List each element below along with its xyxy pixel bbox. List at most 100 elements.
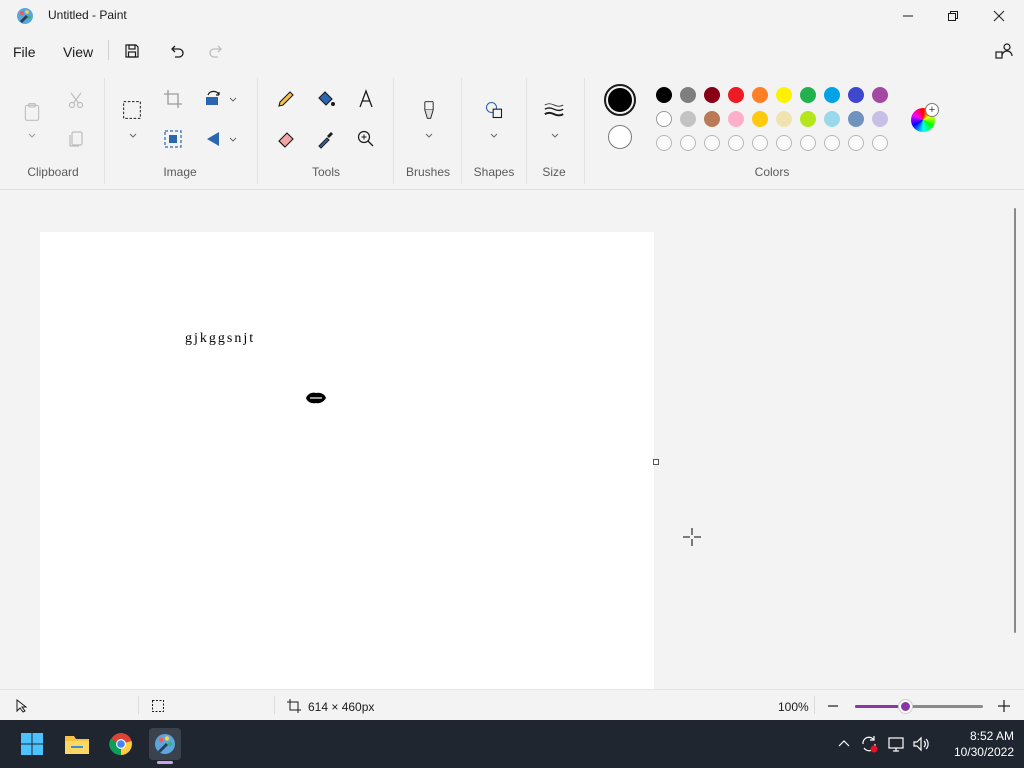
color-swatch[interactable]	[776, 87, 792, 103]
status-separator	[274, 696, 275, 714]
paste-dropdown[interactable]	[27, 131, 37, 141]
paint-taskbar-button[interactable]	[149, 728, 181, 760]
network-icon	[888, 737, 904, 752]
drawn-stroke	[306, 392, 326, 404]
show-hidden-icons-button[interactable]	[834, 734, 854, 754]
menu-file[interactable]: File	[13, 44, 36, 60]
rotate-dropdown[interactable]	[228, 95, 238, 105]
vertical-scrollbar[interactable]	[1014, 208, 1016, 633]
shapes-button[interactable]	[482, 98, 506, 122]
save-button[interactable]	[122, 41, 142, 61]
eraser-button[interactable]	[274, 127, 298, 151]
color-swatch[interactable]	[848, 111, 864, 127]
color-swatch[interactable]	[752, 111, 768, 127]
custom-color-slot[interactable]	[824, 135, 840, 151]
start-button[interactable]	[16, 728, 48, 760]
zoom-percent[interactable]: 100%	[778, 700, 809, 714]
color-swatch[interactable]	[776, 111, 792, 127]
custom-color-slot[interactable]	[800, 135, 816, 151]
crop-button[interactable]	[161, 87, 185, 111]
custom-color-slot[interactable]	[848, 135, 864, 151]
color-swatch[interactable]	[800, 111, 816, 127]
custom-color-slot[interactable]	[776, 135, 792, 151]
redo-button[interactable]	[206, 41, 226, 61]
size-button[interactable]	[542, 98, 566, 122]
custom-color-slot[interactable]	[656, 135, 672, 151]
magnifier-button[interactable]	[354, 127, 378, 151]
people-share-icon	[995, 43, 1013, 59]
primary-color-button[interactable]	[604, 84, 636, 116]
clock[interactable]: 8:52 AM 10/30/2022	[934, 728, 1014, 760]
window-title: Untitled - Paint	[48, 8, 127, 22]
close-button[interactable]	[976, 0, 1022, 32]
color-swatch[interactable]	[824, 111, 840, 127]
custom-color-slot[interactable]	[728, 135, 744, 151]
paste-button[interactable]	[20, 98, 44, 126]
group-label-brushes: Brushes	[405, 165, 451, 179]
sync-status-button[interactable]	[859, 734, 879, 754]
color-swatch[interactable]	[848, 87, 864, 103]
menu-view[interactable]: View	[63, 44, 93, 60]
restore-button[interactable]	[930, 0, 976, 32]
secondary-color-button[interactable]	[608, 125, 632, 149]
text-button[interactable]	[354, 87, 378, 111]
eyedropper-icon	[318, 132, 333, 149]
group-separator	[526, 78, 527, 184]
color-swatch[interactable]	[800, 87, 816, 103]
crop-icon	[164, 90, 182, 108]
chrome-button[interactable]	[105, 728, 137, 760]
chevron-down-icon	[425, 133, 433, 138]
custom-color-slot[interactable]	[704, 135, 720, 151]
network-button[interactable]	[886, 734, 906, 754]
color-swatch[interactable]	[728, 111, 744, 127]
brushes-dropdown[interactable]	[424, 131, 434, 141]
scissors-icon	[68, 92, 84, 109]
file-explorer-button[interactable]	[61, 728, 93, 760]
shapes-icon	[485, 101, 503, 119]
color-swatch[interactable]	[704, 111, 720, 127]
color-picker-button[interactable]	[314, 127, 338, 151]
color-swatch[interactable]	[824, 87, 840, 103]
zoom-out-button[interactable]	[827, 700, 839, 712]
canvas-resize-handle[interactable]	[653, 459, 659, 465]
color-swatch[interactable]	[680, 111, 696, 127]
brush-icon	[424, 101, 434, 119]
color-swatch[interactable]	[680, 87, 696, 103]
zoom-slider-thumb[interactable]	[898, 700, 912, 713]
undo-icon	[171, 45, 184, 58]
shapes-dropdown[interactable]	[489, 131, 499, 141]
pencil-button[interactable]	[274, 87, 298, 111]
canvas-workspace[interactable]: gjkggsnjt	[0, 191, 1024, 689]
cut-button[interactable]	[64, 88, 88, 112]
fill-button[interactable]	[314, 87, 338, 111]
undo-button[interactable]	[167, 41, 187, 61]
color-swatch[interactable]	[872, 111, 888, 127]
custom-color-slot[interactable]	[872, 135, 888, 151]
color-swatch[interactable]	[704, 87, 720, 103]
rotate-button[interactable]	[201, 87, 225, 111]
resize-button[interactable]	[161, 127, 185, 151]
zoom-in-button[interactable]	[997, 699, 1011, 713]
color-swatch[interactable]	[656, 87, 672, 103]
select-dropdown[interactable]	[128, 131, 138, 141]
custom-color-slot[interactable]	[752, 135, 768, 151]
taskbar: 8:52 AM 10/30/2022	[0, 720, 1024, 768]
minimize-button[interactable]	[885, 0, 931, 32]
flip-button[interactable]	[201, 127, 225, 151]
select-button[interactable]	[120, 98, 144, 122]
paint-app-icon	[16, 7, 34, 25]
color-swatch[interactable]	[656, 111, 672, 127]
color-swatch[interactable]	[752, 87, 768, 103]
color-swatch[interactable]	[872, 87, 888, 103]
custom-color-slot[interactable]	[680, 135, 696, 151]
zoom-slider[interactable]	[855, 700, 983, 713]
flip-dropdown[interactable]	[228, 135, 238, 145]
rectangle-select-icon	[123, 101, 141, 119]
color-swatch[interactable]	[728, 87, 744, 103]
size-dropdown[interactable]	[550, 131, 560, 141]
share-button[interactable]	[994, 41, 1014, 61]
copy-button[interactable]	[64, 127, 88, 151]
brushes-button[interactable]	[416, 96, 442, 124]
drawing-canvas[interactable]: gjkggsnjt	[40, 232, 654, 689]
volume-button[interactable]	[911, 734, 931, 754]
